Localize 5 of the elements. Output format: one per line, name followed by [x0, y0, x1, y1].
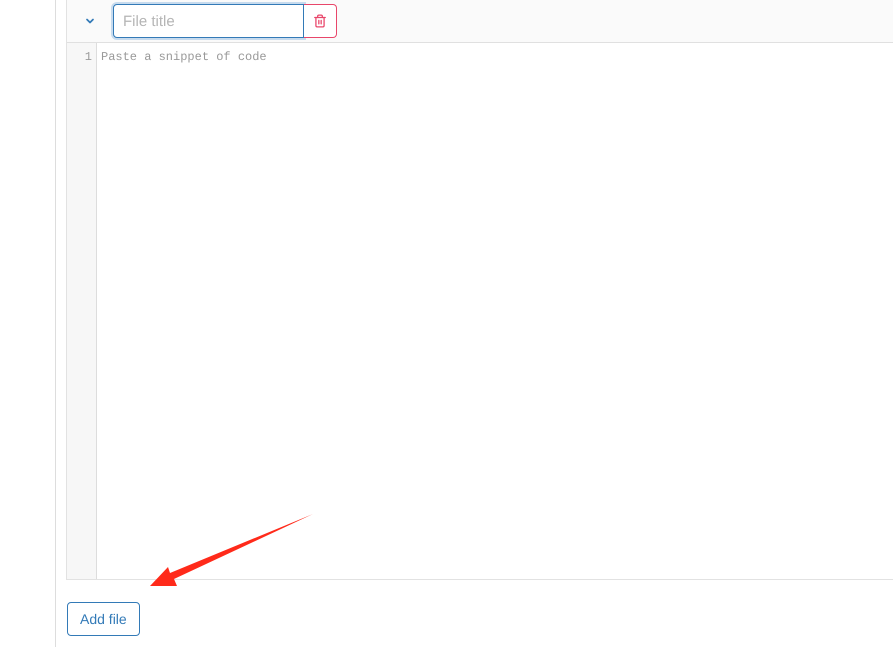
line-number: 1 — [84, 49, 93, 65]
file-title-field[interactable]: File title — [113, 4, 304, 38]
trash-icon — [313, 13, 327, 29]
delete-button[interactable] — [304, 4, 337, 38]
add-file-button[interactable]: Add file — [67, 602, 140, 636]
